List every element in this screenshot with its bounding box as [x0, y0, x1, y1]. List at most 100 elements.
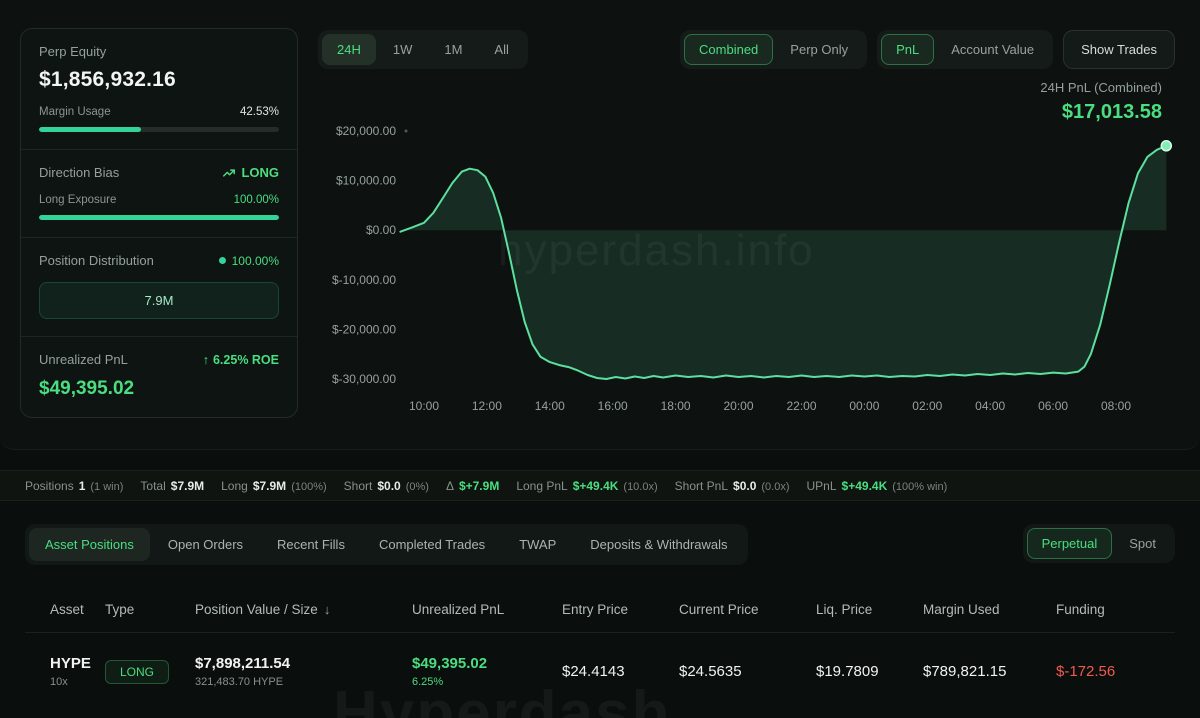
col-funding[interactable]: Funding: [1056, 602, 1175, 617]
toggle-spot[interactable]: Spot: [1114, 528, 1171, 559]
position-value: $7,898,211.54: [195, 655, 412, 672]
show-trades-button[interactable]: Show Trades: [1063, 30, 1175, 69]
asset-leverage: 10x: [50, 676, 105, 688]
table-row[interactable]: HYPE 10x LONG $7,898,211.54 321,483.70 H…: [25, 633, 1175, 710]
toggle-perp-only[interactable]: Perp Only: [775, 34, 863, 65]
col-type[interactable]: Type: [105, 602, 195, 617]
time-range-1m[interactable]: 1M: [429, 34, 477, 65]
market-toggle: Perpetual Spot: [1023, 524, 1175, 563]
positions-stats-bar: Positions 1 (1 win) Total $7.9M Long $7.…: [0, 470, 1200, 501]
position-distribution-label: Position Distribution: [39, 253, 154, 268]
roe-percent: 6.25%: [412, 676, 562, 688]
stat-total: Total $7.9M: [140, 479, 204, 493]
tab-recent-fills[interactable]: Recent Fills: [261, 528, 361, 561]
cell-asset: HYPE 10x: [25, 655, 105, 688]
position-size: 321,483.70 HYPE: [195, 676, 412, 688]
stat-positions: Positions 1 (1 win): [25, 479, 123, 493]
cell-type: LONG: [105, 660, 195, 684]
perp-equity-value: $1,856,932.16: [39, 68, 279, 92]
margin-usage-label: Margin Usage: [39, 106, 111, 118]
position-distribution-section: Position Distribution 100.00% 7.9M: [21, 237, 297, 336]
sort-desc-icon: ↓: [324, 602, 331, 617]
col-unrealized-pnl[interactable]: Unrealized PnL: [412, 602, 562, 617]
direction-bias-label: Direction Bias: [39, 165, 119, 180]
arrow-up-icon: ↑: [203, 353, 209, 367]
svg-text:20:00: 20:00: [723, 399, 753, 413]
col-liq-price[interactable]: Liq. Price: [816, 602, 923, 617]
perp-equity-section: Perp Equity $1,856,932.16 Margin Usage 4…: [21, 29, 297, 149]
tab-asset-positions[interactable]: Asset Positions: [29, 528, 150, 561]
toggle-pnl[interactable]: PnL: [881, 34, 934, 65]
svg-text:10:00: 10:00: [409, 399, 439, 413]
position-distribution-bar-label: 7.9M: [145, 293, 174, 308]
liq-price: $19.7809: [816, 663, 923, 680]
unrealized-pnl-section: Unrealized PnL ↑ 6.25% ROE $49,395.02: [21, 336, 297, 417]
tab-twap[interactable]: TWAP: [503, 528, 572, 561]
distribution-dot-icon: [219, 257, 226, 264]
stat-delta: Δ $+7.9M: [446, 479, 499, 493]
pnl-chart-canvas[interactable]: $20,000.00$10,000.00$0.00$-10,000.00$-20…: [330, 118, 1190, 423]
time-range-all[interactable]: All: [479, 34, 523, 65]
col-entry-price[interactable]: Entry Price: [562, 602, 679, 617]
svg-text:06:00: 06:00: [1038, 399, 1068, 413]
table-header: Asset Type Position Value / Size↓ Unreal…: [25, 588, 1175, 633]
col-margin-used[interactable]: Margin Used: [923, 602, 1056, 617]
svg-text:00:00: 00:00: [849, 399, 879, 413]
cell-unrealized-pnl: $49,395.02 6.25%: [412, 655, 562, 688]
chart-controls: Combined Perp Only PnL Account Value Sho…: [680, 30, 1175, 69]
svg-text:$0.00: $0.00: [366, 223, 396, 237]
tab-deposits-withdrawals[interactable]: Deposits & Withdrawals: [574, 528, 743, 561]
funding-value: $-172.56: [1056, 663, 1175, 680]
margin-usage-bar: [39, 127, 279, 132]
svg-text:$-20,000.00: $-20,000.00: [332, 322, 396, 336]
combine-toggle: Combined Perp Only: [680, 30, 867, 69]
toggle-combined[interactable]: Combined: [684, 34, 773, 65]
col-position-value[interactable]: Position Value / Size↓: [195, 602, 412, 617]
long-exposure-label: Long Exposure: [39, 194, 116, 206]
svg-text:04:00: 04:00: [975, 399, 1005, 413]
tab-open-orders[interactable]: Open Orders: [152, 528, 259, 561]
toggle-perpetual[interactable]: Perpetual: [1027, 528, 1113, 559]
cell-entry-price: $24.4143: [562, 663, 679, 680]
time-range-24h[interactable]: 24H: [322, 34, 376, 65]
cell-margin-used: $789,821.15: [923, 663, 1056, 680]
margin-usage-value: 42.53%: [240, 106, 279, 118]
cell-position-value: $7,898,211.54 321,483.70 HYPE: [195, 655, 412, 688]
cell-current-price: $24.5635: [679, 663, 816, 680]
cell-funding: $-172.56: [1056, 663, 1175, 680]
account-summary-card: Perp Equity $1,856,932.16 Margin Usage 4…: [20, 28, 298, 418]
svg-text:02:00: 02:00: [912, 399, 942, 413]
asset-name: HYPE: [50, 655, 105, 672]
svg-text:$20,000.00: $20,000.00: [336, 124, 396, 138]
time-range-1w[interactable]: 1W: [378, 34, 428, 65]
metric-toggle: PnL Account Value: [877, 30, 1053, 69]
bottom-tabs: Asset Positions Open Orders Recent Fills…: [25, 524, 748, 565]
col-asset[interactable]: Asset: [25, 602, 105, 617]
perp-equity-label: Perp Equity: [39, 44, 279, 59]
long-exposure-value: 100.00%: [234, 194, 279, 206]
svg-text:12:00: 12:00: [472, 399, 502, 413]
trending-up-icon: [222, 166, 236, 180]
position-distribution-bar[interactable]: 7.9M: [39, 282, 279, 319]
svg-text:14:00: 14:00: [535, 399, 565, 413]
svg-text:$10,000.00: $10,000.00: [336, 174, 396, 188]
tab-completed-trades[interactable]: Completed Trades: [363, 528, 501, 561]
col-current-price[interactable]: Current Price: [679, 602, 816, 617]
stat-short: Short $0.0 (0%): [344, 479, 429, 493]
position-distribution-value: 100.00%: [232, 254, 279, 268]
long-badge: LONG: [105, 660, 169, 684]
overview-panel: Perp Equity $1,856,932.16 Margin Usage 4…: [0, 0, 1200, 450]
entry-price: $24.4143: [562, 663, 679, 680]
current-price: $24.5635: [679, 663, 816, 680]
margin-used: $789,821.15: [923, 663, 1056, 680]
svg-text:18:00: 18:00: [661, 399, 691, 413]
svg-text:08:00: 08:00: [1101, 399, 1131, 413]
svg-text:16:00: 16:00: [598, 399, 628, 413]
cell-liq-price: $19.7809: [816, 663, 923, 680]
roe-value: 6.25% ROE: [213, 353, 279, 367]
margin-usage-fill: [39, 127, 141, 132]
stat-long-pnl: Long PnL $+49.4K (10.0x): [516, 479, 657, 493]
time-range-selector: 24H 1W 1M All: [318, 30, 528, 69]
pnl-chart[interactable]: $20,000.00$10,000.00$0.00$-10,000.00$-20…: [330, 118, 1190, 423]
toggle-account-value[interactable]: Account Value: [936, 34, 1049, 65]
